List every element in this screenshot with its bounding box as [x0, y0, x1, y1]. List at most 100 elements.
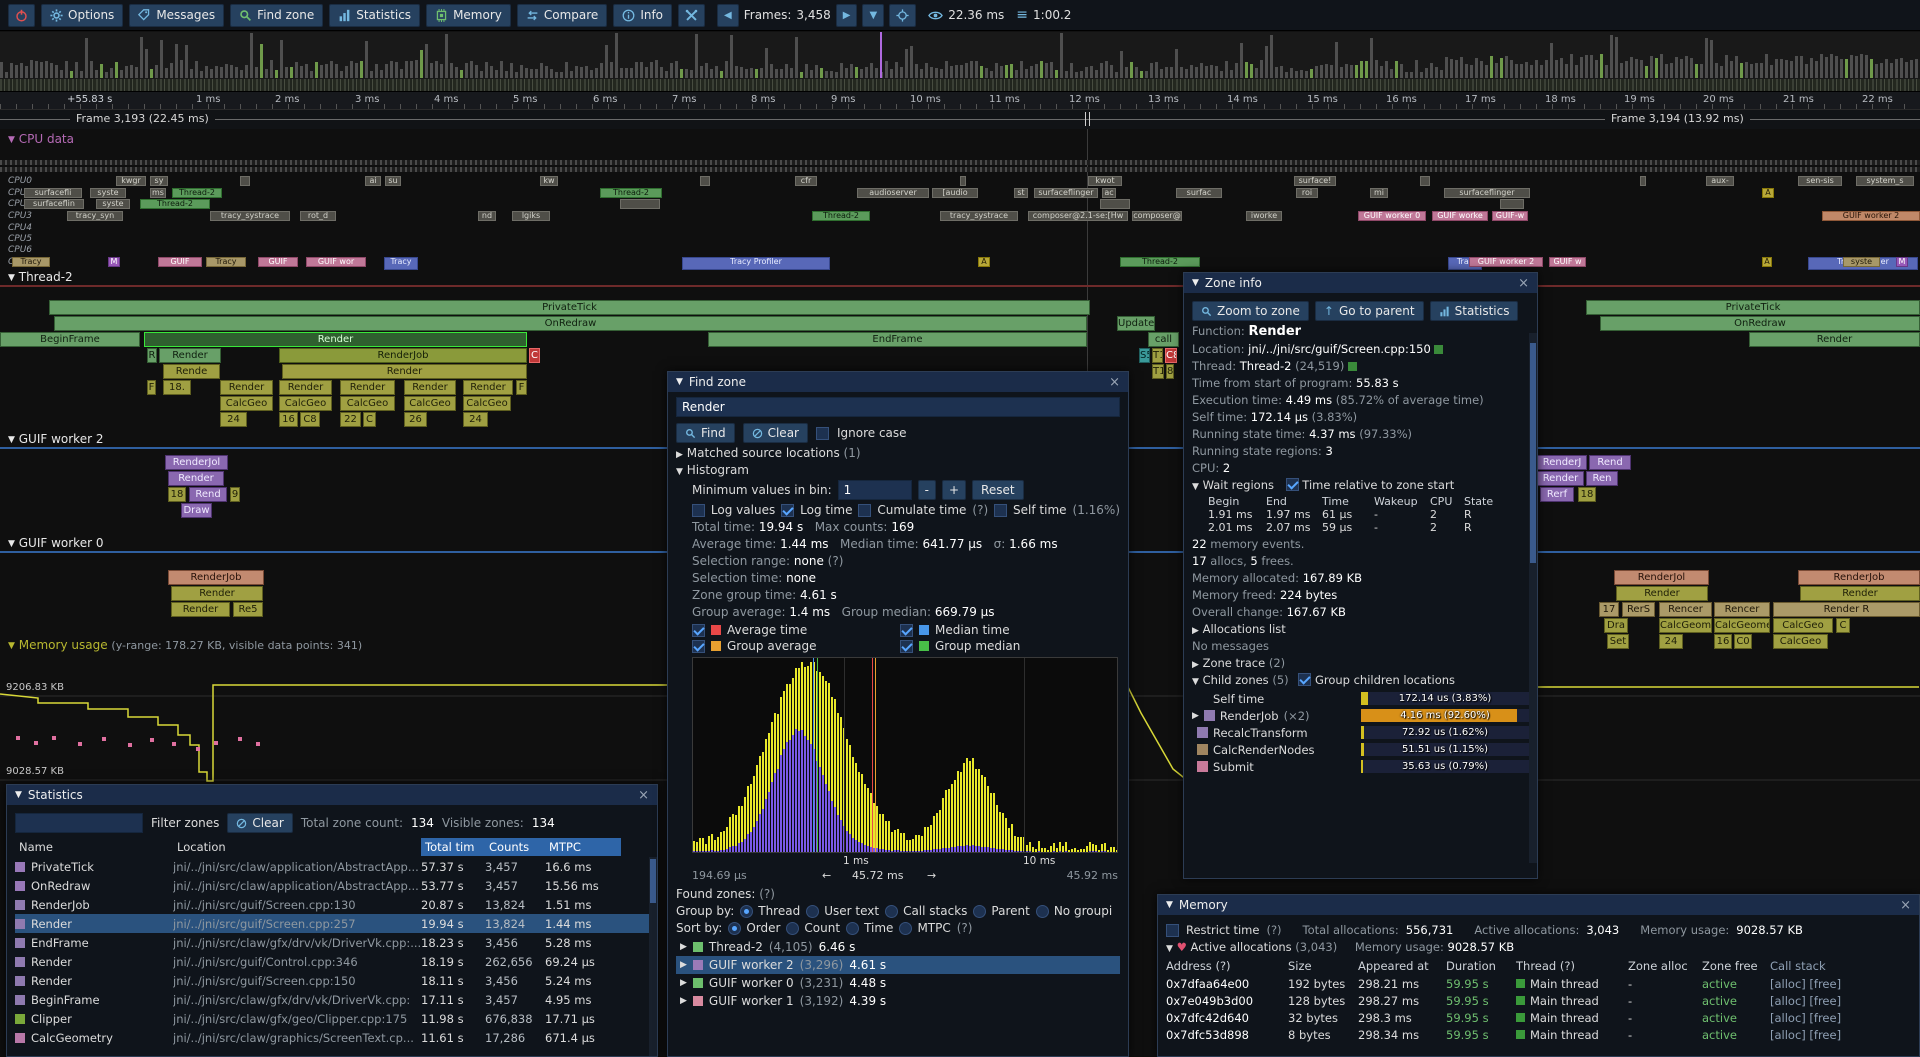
statistics-row[interactable]: Clipper jni/../jni/src/claw/gfx/geo/Clip… [15, 1009, 649, 1028]
close-icon[interactable]: × [1518, 276, 1529, 291]
ignore-case-checkbox[interactable] [816, 427, 829, 440]
histogram-section[interactable]: ▼ Histogram [676, 463, 1120, 477]
collapse-icon[interactable]: ▼ [1192, 278, 1199, 288]
timeline-zone[interactable]: CalcGeo [220, 396, 273, 411]
cpu-zone[interactable]: iworke [1246, 211, 1282, 221]
timeline-zone[interactable]: Rend [1589, 455, 1631, 470]
radio-icon[interactable] [899, 922, 912, 935]
cpu-zone[interactable]: Thread-2 [812, 211, 870, 221]
radio-icon[interactable] [973, 905, 986, 918]
zone-group-row[interactable]: ▶ GUIF worker 0 (3,231) 4.48 s [676, 974, 1120, 992]
close-icon[interactable]: × [1900, 898, 1911, 913]
cpu-zone[interactable]: Tracy Profiler [682, 257, 830, 270]
timeline-zone[interactable]: RenderJol [1614, 570, 1709, 585]
column-duration[interactable]: Duration [1446, 959, 1516, 973]
statistics-row[interactable]: OnRedraw jni/../jni/src/claw/application… [15, 876, 649, 895]
cpu-zone[interactable]: cfr [795, 176, 817, 186]
cpu-zone[interactable]: ms [150, 188, 166, 198]
column-thread[interactable]: Thread (?) [1516, 959, 1628, 973]
cpu-zone[interactable]: A [1762, 257, 1772, 267]
log-values-checkbox[interactable] [692, 504, 705, 517]
cpu-zone[interactable]: A [978, 257, 990, 267]
timeline-zone[interactable]: Dra [1604, 618, 1628, 633]
timeline-zone[interactable]: 24 [220, 412, 247, 427]
timeline-zone[interactable]: Update [1117, 316, 1155, 331]
timeline-zone[interactable]: CalcGeo [1773, 618, 1833, 633]
timeline-zone[interactable]: 24 [463, 412, 488, 427]
timeline-zone[interactable]: Render [159, 348, 221, 363]
timeline-zone[interactable]: CalcGeo [404, 396, 456, 411]
zone-trace-section[interactable]: ▶ Zone trace (2) [1192, 656, 1529, 670]
find-zone-titlebar[interactable]: ▼ Find zone × [668, 372, 1128, 392]
cpu-zone[interactable]: Tracy [206, 257, 246, 267]
scrollbar[interactable] [649, 857, 657, 1057]
timeline-zone[interactable]: 18 [1578, 487, 1596, 502]
timeline-zone[interactable]: RenderJob [168, 570, 264, 585]
cpu-zone[interactable]: nd [478, 211, 496, 221]
column-address[interactable]: Address (?) [1166, 959, 1288, 973]
timeline-zone[interactable]: Render [144, 332, 527, 347]
cpu-zone[interactable]: lgiks [512, 211, 550, 221]
timeline-zone[interactable]: 18 [168, 487, 186, 502]
statistics-row[interactable]: Render jni/../jni/src/guif/Screen.cpp:15… [15, 971, 649, 990]
expand-icon[interactable]: ▶ [680, 996, 687, 1006]
cpu-zone[interactable]: rot_d [300, 211, 336, 221]
zone-info-titlebar[interactable]: ▼ Zone info × [1184, 273, 1537, 293]
timeline-zone[interactable]: RerS [1622, 602, 1655, 617]
timeline-zone[interactable]: Render [1800, 586, 1920, 601]
column-name[interactable]: Name [15, 838, 173, 856]
selection-range-help[interactable]: (?) [828, 554, 844, 568]
reset-button[interactable]: Reset [972, 480, 1024, 500]
cpu-zone[interactable]: [audio [932, 188, 978, 198]
statistics-row[interactable]: Render jni/../jni/src/guif/Screen.cpp:25… [15, 914, 649, 933]
info-button[interactable]: Info [613, 4, 672, 27]
timeline-zone[interactable]: Render [220, 380, 273, 395]
messages-button[interactable]: Messages [129, 4, 224, 27]
timeline-zone[interactable]: 22 [340, 412, 361, 427]
timeline-zone[interactable]: C0 [1734, 634, 1752, 649]
allocation-row[interactable]: 0x7dfc42d640 32 bytes 298.3 ms 59.95 s M… [1166, 1009, 1911, 1026]
timeline-zone[interactable]: CalcGeo [340, 396, 395, 411]
timeline-zone[interactable]: Draw [181, 503, 212, 518]
zoom-to-zone-button[interactable]: Zoom to zone [1192, 301, 1309, 321]
frame-dropdown-button[interactable]: ▼ [862, 4, 884, 27]
timeline-zone[interactable]: RenderJol [165, 455, 228, 470]
cpu-zone[interactable] [620, 199, 660, 209]
legend-checkbox[interactable] [692, 640, 705, 653]
matched-source-locations[interactable]: ▶ Matched source locations (1) [676, 446, 1120, 460]
cpu-zone[interactable]: tracy_systrace [940, 211, 1018, 221]
cpu-zone[interactable]: GUIF worker 0 [1358, 211, 1426, 221]
statistics-row[interactable]: BeginFrame jni/../jni/src/claw/gfx/drv/v… [15, 990, 649, 1009]
guif-worker0-header[interactable]: ▼ GUIF worker 0 [8, 536, 103, 550]
legend-item[interactable]: Group average [692, 639, 892, 653]
cpu-zone[interactable]: syste [90, 188, 126, 198]
found-zones-help[interactable]: (?) [759, 887, 775, 901]
timeline-zone[interactable]: C8 [1165, 348, 1177, 363]
timeline-zone[interactable]: CalcGeo [279, 396, 332, 411]
sort-by-option[interactable]: Count [786, 921, 840, 935]
timeline-zone[interactable]: Set [1607, 634, 1629, 649]
frame-overview-strip[interactable] [0, 32, 1920, 92]
cpu-zone[interactable]: GUIF worke [1432, 211, 1488, 221]
cpu-zone[interactable]: GUIF wor [306, 257, 366, 267]
timeline-zone[interactable]: Render [279, 380, 332, 395]
column-zone-free[interactable]: Zone free [1702, 959, 1770, 973]
cpu-zone[interactable]: syste [96, 199, 130, 209]
radio-icon[interactable] [740, 905, 753, 918]
find-button[interactable]: Find [676, 423, 735, 443]
scrollbar[interactable] [1529, 333, 1537, 863]
guif-worker2-header[interactable]: ▼ GUIF worker 2 [8, 432, 103, 446]
cpu-zone[interactable]: tracy_syn [67, 211, 123, 221]
cpu-zone[interactable]: Thread-2 [600, 188, 662, 198]
timeline-zone[interactable]: Rencer [1659, 602, 1712, 617]
cpu-zone[interactable]: composer@2.1-se:[Hw [1028, 211, 1128, 221]
legend-item[interactable]: Median time [900, 623, 1100, 637]
close-icon[interactable]: × [1109, 375, 1120, 390]
timeline-zone[interactable]: Rencer [1714, 602, 1770, 617]
statistics-row[interactable]: PrivateTick jni/../jni/src/claw/applicat… [15, 857, 649, 876]
group-children-checkbox[interactable] [1298, 673, 1311, 686]
timeline-zone[interactable]: T1 [1152, 348, 1163, 363]
child-zone-row[interactable]: CalcRenderNodes 51.51 us (1.15%) [1192, 741, 1529, 758]
column-zone-alloc[interactable]: Zone alloc [1628, 959, 1702, 973]
cpu-zone[interactable]: kwot [1088, 176, 1122, 186]
